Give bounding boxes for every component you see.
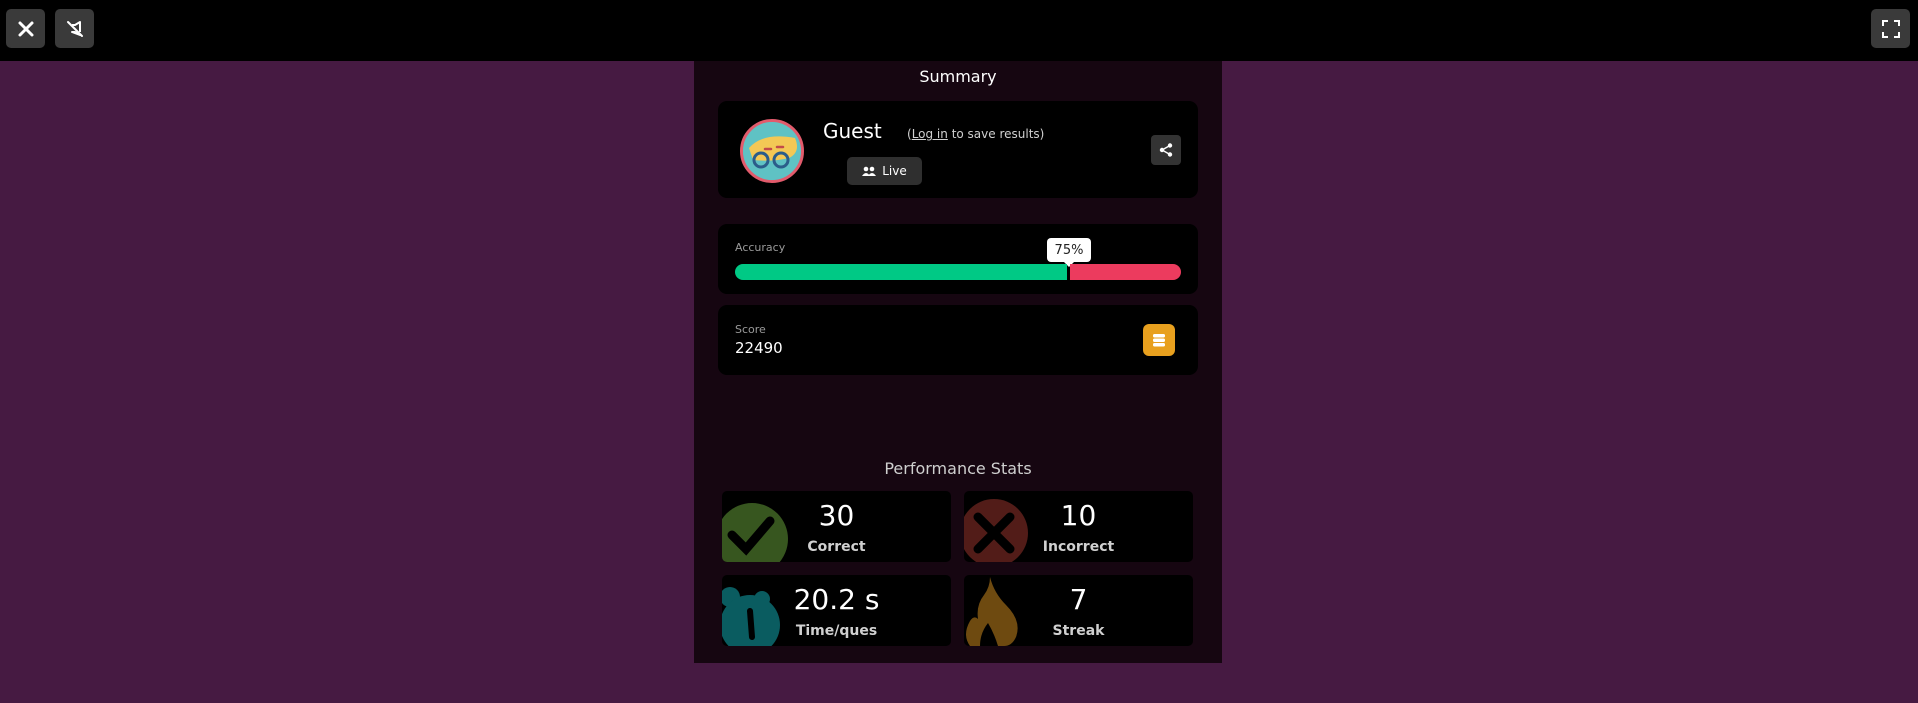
score-label: Score <box>735 323 766 336</box>
profile-card: Guest (Log in to save results) Live <box>718 101 1198 198</box>
coins-badge <box>1143 324 1175 356</box>
stat-incorrect: 10 Incorrect <box>964 491 1193 562</box>
login-link[interactable]: Log in <box>912 127 948 141</box>
stat-correct: 30 Correct <box>722 491 951 562</box>
performance-stats-title: Performance Stats <box>884 459 1032 478</box>
stat-time-label: Time/ques <box>795 623 878 639</box>
avatar <box>740 119 804 183</box>
accuracy-bar <box>735 264 1181 280</box>
live-mode-badge: Live <box>847 157 922 185</box>
share-icon <box>1159 143 1173 157</box>
score-card: Score 22490 <box>718 305 1198 375</box>
stat-incorrect-label: Incorrect <box>1042 539 1115 555</box>
close-icon <box>18 21 33 36</box>
stat-time-per-question: 20.2 s Time/ques <box>722 575 951 646</box>
accuracy-label: Accuracy <box>735 241 786 254</box>
live-mode-label: Live <box>882 164 907 178</box>
accuracy-card: Accuracy 75% <box>718 224 1198 294</box>
stat-correct-value: 30 <box>818 499 855 532</box>
top-bar <box>0 0 1918 61</box>
user-name: Guest <box>823 119 882 143</box>
accuracy-percent-tooltip: 75% <box>1047 238 1091 267</box>
accuracy-bar-correct <box>735 264 1067 280</box>
stat-streak-value: 7 <box>1069 583 1088 616</box>
mute-icon <box>66 20 83 37</box>
login-note: (Log in to save results) <box>907 127 1045 141</box>
stat-streak-label: Streak <box>1052 623 1105 639</box>
stat-streak: 7 Streak <box>964 575 1193 646</box>
close-button[interactable] <box>6 9 45 48</box>
stat-correct-label: Correct <box>807 539 866 555</box>
summary-panel: Summary Guest (Log in to save results) L… <box>694 61 1222 663</box>
summary-title: Summary <box>919 67 997 86</box>
stat-time-value: 20.2 s <box>793 583 880 616</box>
fullscreen-button[interactable] <box>1871 9 1910 48</box>
fullscreen-icon <box>1881 19 1900 38</box>
coins-icon <box>1153 334 1165 347</box>
mute-button[interactable] <box>55 9 94 48</box>
group-icon <box>862 166 877 176</box>
accuracy-bar-incorrect <box>1070 264 1181 280</box>
score-value: 22490 <box>735 339 783 357</box>
share-button[interactable] <box>1151 135 1181 165</box>
stat-incorrect-value: 10 <box>1060 499 1097 532</box>
